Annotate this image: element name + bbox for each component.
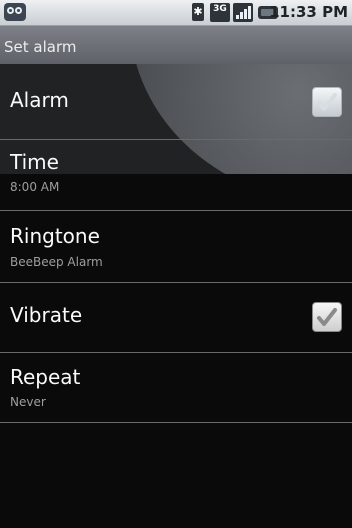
vibrate-checkbox[interactable] xyxy=(312,302,342,332)
setting-ringtone-label: Ringtone xyxy=(10,224,100,248)
settings-list: Alarm Time 8:00 AM Ringtone BeeBeep Alar… xyxy=(0,64,352,423)
setting-time-value: 8:00 AM xyxy=(10,180,60,194)
setting-vibrate[interactable]: Vibrate xyxy=(0,283,352,353)
setting-ringtone[interactable]: Ringtone BeeBeep Alarm xyxy=(0,211,352,283)
status-bar: ✱ 3G 11:33 PM xyxy=(0,0,352,26)
setting-alarm[interactable]: Alarm xyxy=(0,64,352,140)
setting-repeat[interactable]: Repeat Never xyxy=(0,353,352,423)
bluetooth-icon: ✱ xyxy=(192,3,204,21)
setting-repeat-label: Repeat xyxy=(10,365,81,389)
voicemail-icon xyxy=(4,3,26,21)
alarm-checkbox[interactable] xyxy=(312,87,342,117)
checkmark-icon xyxy=(317,93,337,111)
status-time: 11:33 PM xyxy=(269,3,348,21)
checkmark-icon xyxy=(317,308,337,326)
setting-vibrate-label: Vibrate xyxy=(10,303,83,327)
setting-time-label: Time xyxy=(10,150,59,174)
setting-ringtone-value: BeeBeep Alarm xyxy=(10,255,103,269)
setting-repeat-value: Never xyxy=(10,395,46,409)
network-3g-icon: 3G xyxy=(210,3,230,22)
setting-time[interactable]: Time 8:00 AM xyxy=(0,140,352,211)
setting-alarm-label: Alarm xyxy=(10,88,69,112)
page-title: Set alarm xyxy=(0,26,352,64)
signal-strength-icon xyxy=(233,3,253,22)
